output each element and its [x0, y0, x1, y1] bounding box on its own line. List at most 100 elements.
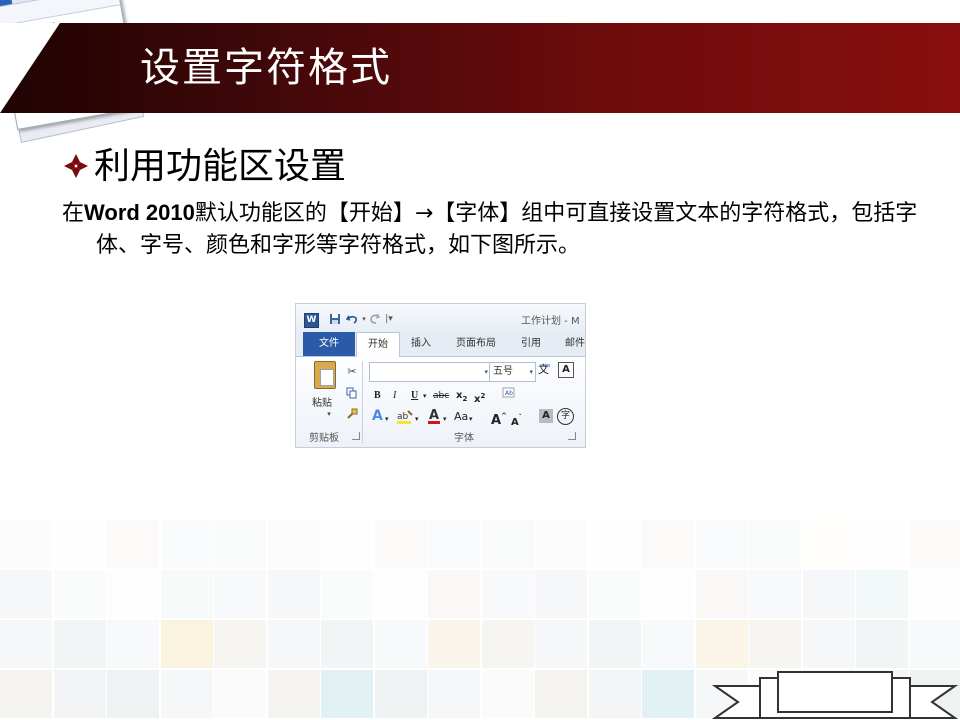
mosaic-tile	[321, 620, 373, 668]
mosaic-tile	[481, 570, 534, 618]
text-effects-preview-icon[interactable]: Ab	[502, 387, 516, 401]
bold-icon[interactable]: B	[374, 389, 381, 403]
font-size-combobox[interactable]: 五号 ▾	[489, 362, 536, 382]
svg-text:Ab: Ab	[505, 390, 513, 397]
mosaic-tile	[160, 570, 213, 618]
mosaic-tile	[267, 670, 320, 718]
clear-formatting-icon[interactable]: A	[558, 362, 574, 378]
slide-title: 设置字符格式	[140, 45, 392, 91]
italic-icon[interactable]: I	[393, 389, 396, 403]
chevron-down-icon[interactable]: ▾	[415, 412, 419, 426]
clipboard-group-label: 剪贴板	[309, 433, 339, 444]
mosaic-tile	[267, 570, 320, 618]
paste-icon[interactable]	[314, 361, 336, 389]
tab-page-layout[interactable]: 页面布局	[448, 332, 504, 356]
mosaic-tile	[267, 620, 320, 668]
tab-insert[interactable]: 插入	[404, 332, 438, 356]
mosaic-tile	[909, 520, 960, 568]
font-color-icon[interactable]: A	[427, 407, 441, 425]
mosaic-tile	[695, 520, 748, 568]
section-heading: 利用功能区设置	[62, 143, 346, 191]
clipboard-dialog-launcher-icon[interactable]	[352, 432, 360, 440]
font-dialog-launcher-icon[interactable]	[568, 432, 576, 440]
mosaic-tile	[428, 670, 480, 718]
tab-mailings[interactable]: 邮件	[558, 332, 585, 356]
strikethrough-icon[interactable]: abc	[433, 389, 449, 403]
mosaic-tile	[642, 520, 694, 568]
mosaic-tile	[107, 670, 159, 718]
tab-file[interactable]: 文件	[303, 332, 355, 356]
svg-text:ab: ab	[397, 412, 409, 422]
chevron-down-icon[interactable]: ▾	[484, 363, 488, 381]
group-separator	[362, 361, 363, 443]
character-shading-icon[interactable]: A	[539, 409, 553, 423]
word-app-icon[interactable]: W	[304, 313, 319, 328]
mosaic-tile	[535, 520, 587, 568]
change-case-icon[interactable]: Aa	[454, 410, 468, 424]
phonetic-guide-icon[interactable]: wén 文	[538, 363, 550, 377]
mosaic-tile	[642, 670, 694, 718]
underline-icon[interactable]: U	[411, 389, 418, 403]
mosaic-tile	[214, 620, 266, 668]
mosaic-tile	[856, 570, 908, 618]
font-name-combobox[interactable]: ▾	[369, 362, 491, 382]
mosaic-tile	[695, 570, 748, 618]
chevron-down-icon[interactable]: ▾	[469, 412, 473, 426]
chevron-down-icon[interactable]: ▾	[443, 412, 447, 426]
mosaic-tile	[160, 520, 213, 568]
paragraph-part2: 默认功能区的【开始】→【字体】组中可直接设置文本的字符格式，包括字体、字号、颜色…	[96, 201, 918, 258]
highlight-icon[interactable]: ab	[396, 409, 414, 425]
mosaic-tile	[695, 620, 748, 668]
mosaic-tile	[0, 620, 52, 668]
tab-home[interactable]: 开始	[356, 332, 400, 358]
mosaic-tile	[428, 570, 480, 618]
mosaic-tile	[374, 520, 427, 568]
grow-font-icon[interactable]: A^	[491, 409, 507, 428]
customize-toolbar-icon[interactable]: |▾	[383, 313, 395, 325]
mosaic-tile	[107, 570, 159, 618]
paragraph-latin: Word 2010	[84, 200, 195, 225]
mosaic-tile	[588, 570, 641, 618]
banner-cut	[0, 23, 60, 113]
mosaic-tile	[321, 570, 373, 618]
font-group-label: 字体	[454, 433, 474, 444]
chevron-down-icon[interactable]: ▾	[526, 363, 533, 381]
mosaic-tile	[802, 520, 855, 568]
text-effects-icon[interactable]: A	[372, 409, 383, 423]
mosaic-tile	[909, 620, 960, 668]
copy-icon[interactable]	[346, 387, 358, 399]
mosaic-tile	[321, 670, 373, 718]
mosaic-tile	[214, 520, 266, 568]
paste-button[interactable]: 粘贴	[312, 394, 332, 409]
chevron-down-icon[interactable]: ▾	[385, 412, 389, 426]
mosaic-tile	[0, 570, 52, 618]
save-icon[interactable]	[329, 313, 341, 325]
undo-icon[interactable]	[345, 313, 358, 325]
paragraph-part1: 在	[62, 201, 85, 226]
mosaic-tile	[107, 520, 159, 568]
mosaic-tile	[588, 620, 641, 668]
format-painter-icon[interactable]	[346, 408, 358, 420]
redo-icon[interactable]	[369, 313, 381, 325]
font-size-value: 五号	[493, 366, 513, 377]
mosaic-tile	[802, 570, 855, 618]
mosaic-tile	[749, 520, 801, 568]
shrink-font-icon[interactable]: Aˇ	[511, 411, 522, 430]
subscript-icon[interactable]: x2	[456, 389, 467, 406]
chevron-down-icon[interactable]: ▾	[423, 389, 427, 403]
superscript-icon[interactable]: x2	[474, 389, 485, 407]
svg-text:A: A	[429, 408, 439, 423]
mosaic-tile	[481, 670, 534, 718]
chevron-down-icon[interactable]: ▾	[323, 408, 335, 420]
enclose-characters-icon[interactable]: 字	[557, 408, 574, 425]
mosaic-tile	[642, 620, 694, 668]
diamond-bullet-icon	[64, 154, 88, 178]
mosaic-tile	[481, 520, 534, 568]
mosaic-tile	[321, 520, 373, 568]
cut-icon[interactable]: ✂	[346, 366, 358, 378]
ribbon-body: 粘贴 ▾ ✂ 剪贴板 ▾ 五号 ▾ wén 文 A B I U ▾ abc x2…	[296, 357, 585, 447]
word-ribbon-screenshot: W ▾ |▾ 工作计划 - M 文件 开始 插入 页面布局 引用 邮件 粘贴 ▾…	[295, 303, 586, 448]
tab-references[interactable]: 引用	[514, 332, 548, 356]
mosaic-tile	[160, 670, 213, 718]
mosaic-tile	[214, 670, 266, 718]
